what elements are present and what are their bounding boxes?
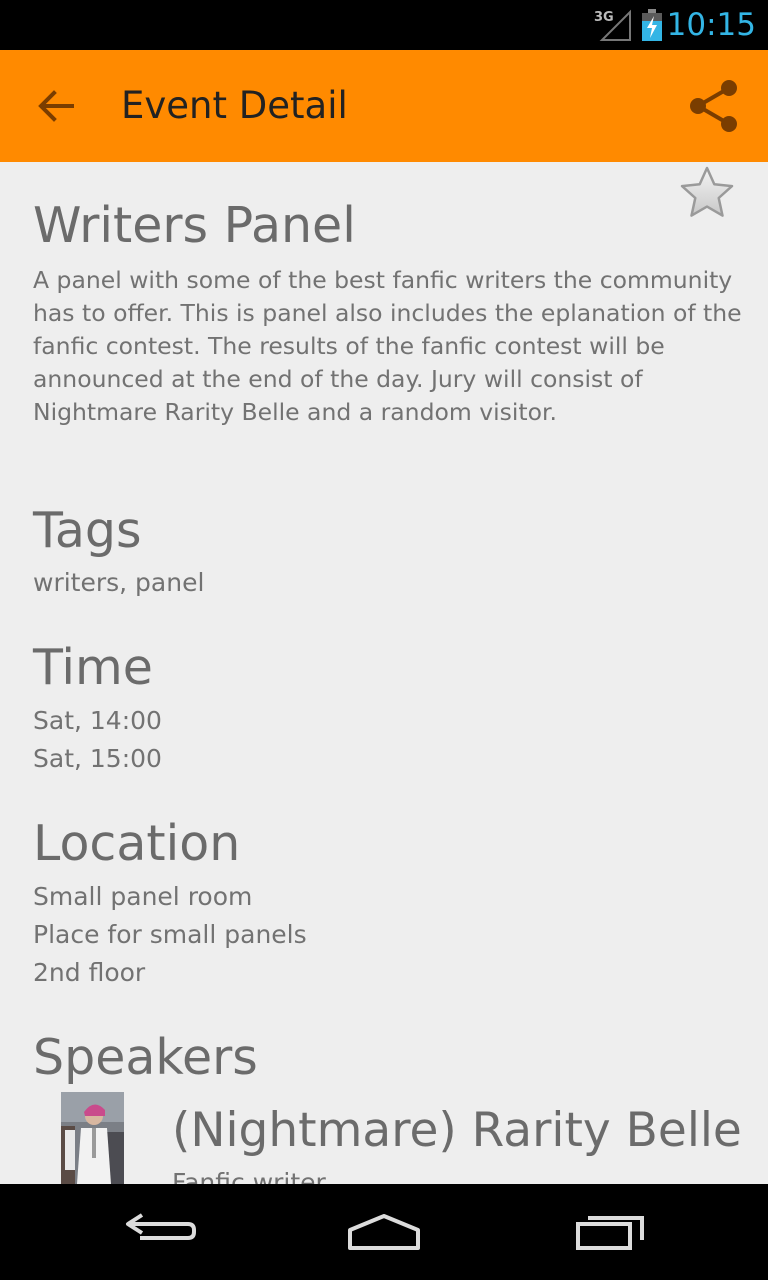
time-heading: Time [33, 639, 153, 696]
nav-recents-icon [576, 1216, 644, 1250]
speaker-photo [61, 1092, 124, 1184]
battery-charging-icon [642, 9, 662, 41]
navigation-bar [0, 1184, 768, 1280]
location-name: Small panel room [33, 882, 253, 911]
event-title: Writers Panel [33, 197, 356, 254]
event-detail-content[interactable]: Writers Panel A panel with some of the b… [0, 162, 768, 1184]
nav-home-button[interactable] [334, 1202, 434, 1262]
favorite-button[interactable] [678, 164, 736, 222]
speaker-role: Fanfic writer [172, 1168, 326, 1184]
speaker-list-item[interactable]: (Nightmare) Rarity Belle Fanfic writer [0, 1090, 768, 1184]
nav-back-button[interactable] [110, 1202, 210, 1262]
location-description: Place for small panels [33, 920, 307, 949]
signal-3g-icon: 3G [594, 9, 631, 41]
tags-heading: Tags [33, 502, 142, 559]
speakers-heading: Speakers [33, 1029, 258, 1086]
speaker-name: (Nightmare) Rarity Belle [172, 1103, 742, 1158]
arrow-left-icon [38, 90, 74, 122]
speaker-avatar [61, 1092, 124, 1184]
share-icon [690, 80, 737, 132]
nav-home-icon [348, 1214, 420, 1250]
network-type-label: 3G [594, 10, 614, 25]
time-end: Sat, 15:00 [33, 744, 162, 773]
nav-recents-button[interactable] [560, 1202, 660, 1262]
screen-title: Event Detail [121, 84, 348, 127]
share-button[interactable] [680, 74, 744, 138]
event-description: A panel with some of the best fanfic wri… [33, 266, 742, 426]
action-bar: Event Detail [0, 50, 768, 162]
nav-back-icon [126, 1213, 196, 1240]
tags-value: writers, panel [33, 568, 205, 597]
time-start: Sat, 14:00 [33, 706, 162, 735]
status-bar: 3G 10:15 [0, 0, 768, 50]
location-floor: 2nd floor [33, 958, 146, 987]
back-button[interactable] [28, 78, 84, 134]
clock: 10:15 [666, 7, 756, 43]
star-outline-icon [680, 166, 734, 217]
location-heading: Location [33, 815, 241, 872]
